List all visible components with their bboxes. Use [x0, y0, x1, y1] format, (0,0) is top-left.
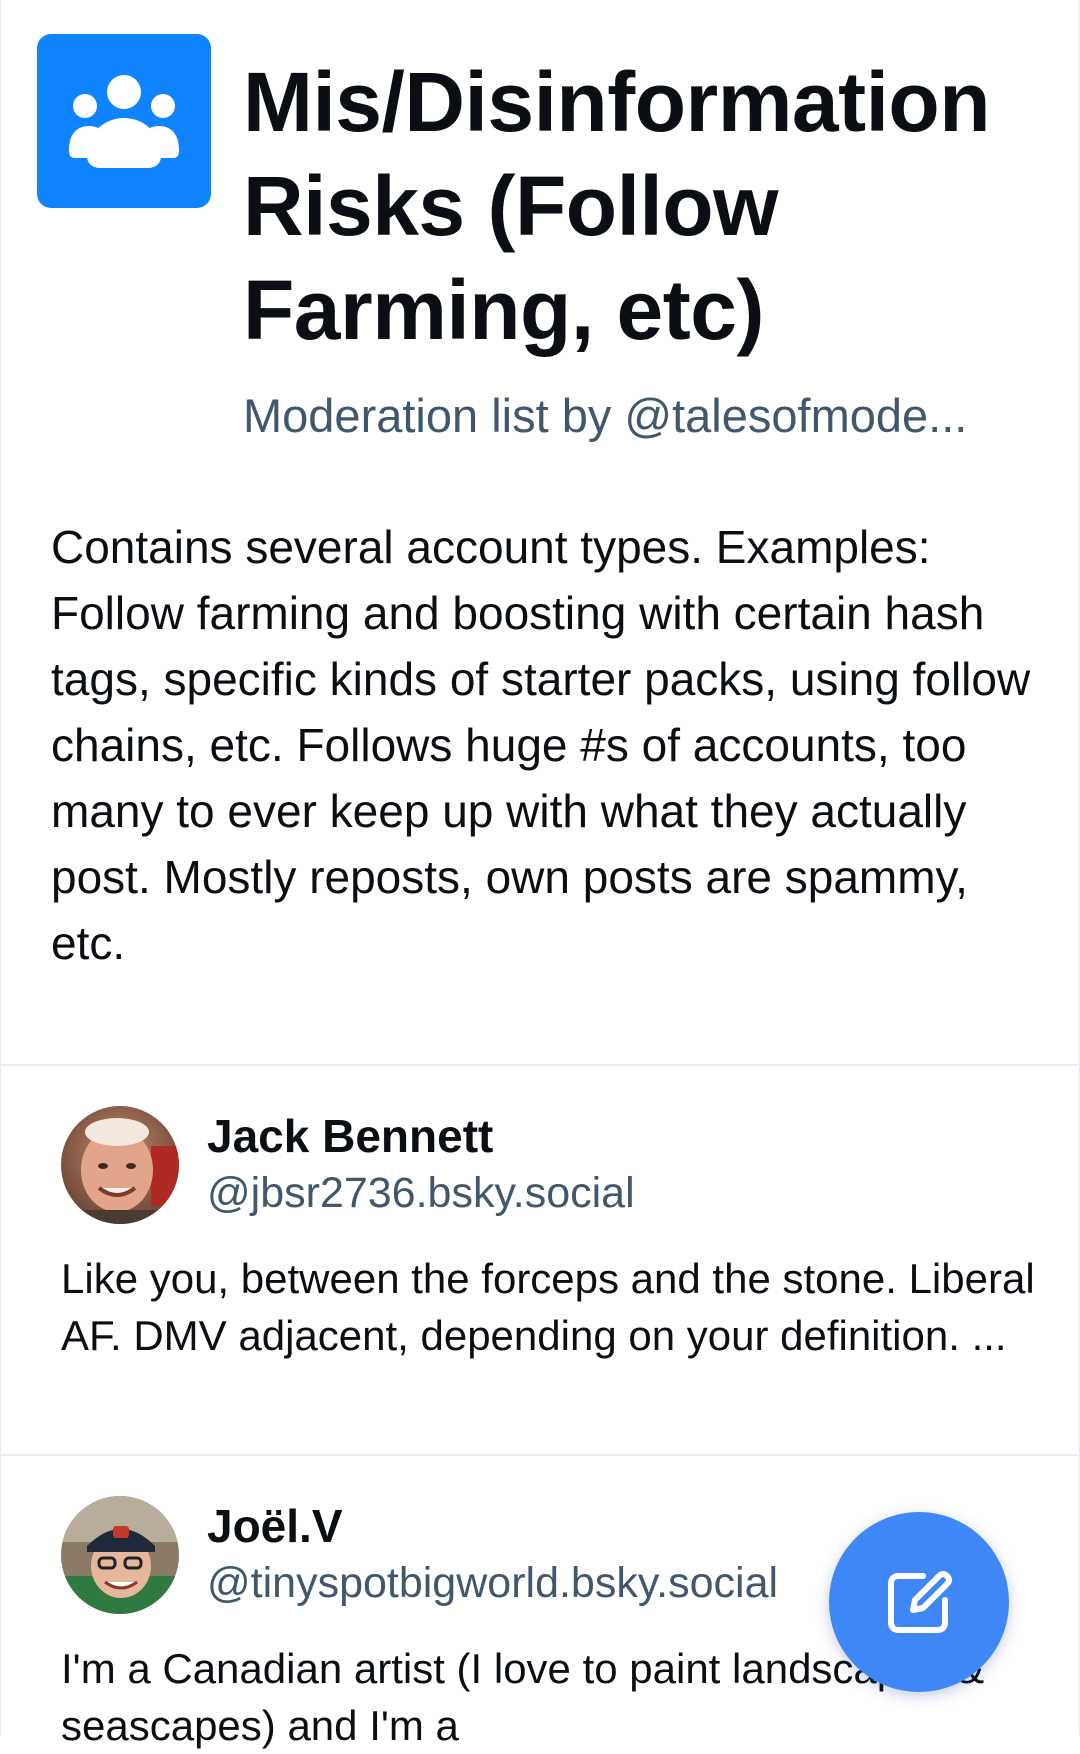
- list-byline-link[interactable]: Moderation list by @talesofmode...: [243, 388, 1063, 444]
- member-name: Joël.V: [207, 1500, 343, 1552]
- list-title: Mis/Disinformation Risks (Follow Farming…: [243, 55, 991, 357]
- avatar[interactable]: [61, 1106, 179, 1224]
- avatar[interactable]: [61, 1496, 179, 1614]
- member-name: Jack Bennett: [207, 1110, 494, 1162]
- people-group-icon: [69, 75, 179, 168]
- list-avatar: [37, 34, 211, 208]
- member-bio: Like you, between the forceps and the st…: [61, 1255, 1035, 1359]
- member-handle: @jbsr2736.bsky.social: [207, 1169, 635, 1217]
- list-header: Mis/Disinformation Risks (Follow Farming…: [1, 0, 1080, 480]
- member-handle: @tinyspotbigworld.bsky.social: [207, 1559, 779, 1607]
- list-description: Contains several account types. Examples…: [51, 521, 1031, 969]
- moderation-list-page: Mis/Disinformation Risks (Follow Farming…: [0, 0, 1080, 1749]
- compose-button[interactable]: [829, 1512, 1009, 1692]
- member-card[interactable]: Jack Bennett @jbsr2736.bsky.social Like …: [1, 1066, 1080, 1454]
- compose-icon: [888, 1571, 952, 1633]
